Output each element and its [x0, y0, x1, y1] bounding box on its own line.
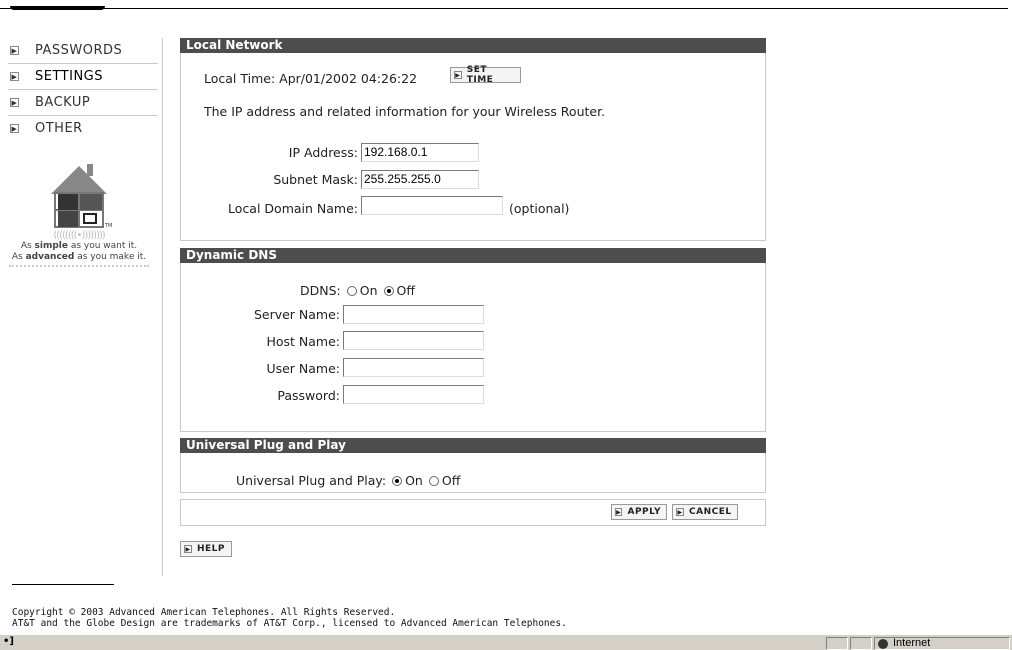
footer-rule [12, 584, 114, 585]
host-name-field[interactable] [343, 331, 484, 350]
ddns-label: DDNS: [300, 283, 341, 298]
ddns-radio-group: DDNS: On Off [300, 283, 415, 298]
ddns-on-label: On [359, 283, 378, 298]
upnp-off-label: Off [441, 473, 461, 488]
security-zone: Internet [874, 637, 1010, 650]
arrow-icon: ▶ [10, 98, 19, 107]
upnp-header: Universal Plug and Play [180, 438, 766, 453]
sidebar-item-backup[interactable]: ▶ BACKUP [8, 90, 158, 116]
copyright-text: Copyright © 2003 Advanced American Telep… [12, 607, 567, 629]
local-network-description: The IP address and related information f… [204, 104, 606, 119]
ddns-header: Dynamic DNS [180, 248, 766, 263]
ip-address-field[interactable]: 192.168.0.1 [361, 143, 479, 162]
status-cell [826, 637, 848, 650]
optional-hint: (optional) [509, 201, 570, 216]
user-name-field[interactable] [343, 358, 484, 377]
host-name-label: Host Name: [266, 334, 340, 349]
brand-logo: TM ((((((((•)))))))) As simple as you wa… [0, 160, 158, 267]
server-name-label: Server Name: [253, 307, 340, 322]
ip-address-label: IP Address: [288, 145, 358, 160]
upnp-radio-group: Universal Plug and Play: On Off [236, 473, 460, 488]
help-button[interactable]: ▶ HELP [180, 541, 232, 557]
local-network-header: Local Network [180, 38, 766, 53]
subnet-mask-label: Subnet Mask: [273, 172, 358, 187]
cancel-button[interactable]: ▶ CANCEL [672, 504, 738, 520]
sidebar-item-label: SETTINGS [35, 69, 104, 84]
svg-text:TM: TM [104, 223, 112, 228]
sidebar-nav: ▶ PASSWORDS ▶ SETTINGS ▶ BACKUP ▶ OTHER [8, 38, 158, 141]
ddns-off-radio[interactable] [383, 286, 394, 296]
arrow-icon: ▶ [615, 508, 623, 516]
tagline: As simple as you want it. [20, 241, 138, 251]
password-field[interactable] [343, 385, 484, 404]
user-name-label: User Name: [266, 361, 340, 376]
sidebar-item-label: OTHER [35, 121, 83, 136]
upnp-label: Universal Plug and Play: [236, 473, 387, 488]
status-cell [850, 637, 872, 650]
header-rule [0, 8, 1008, 9]
set-time-button[interactable]: ▶ SET TIME [450, 65, 521, 85]
sidebar-item-passwords[interactable]: ▶ PASSWORDS [8, 38, 158, 64]
ddns-off-label: Off [396, 283, 415, 298]
globe-icon [878, 639, 888, 649]
arrow-icon: ▶ [676, 508, 684, 516]
sidebar-item-other[interactable]: ▶ OTHER [8, 116, 158, 141]
page-status-icon: •] [3, 636, 14, 647]
upnp-on-label: On [405, 473, 423, 488]
arrow-icon: ▶ [10, 124, 19, 133]
arrow-icon: ▶ [10, 72, 19, 81]
sidebar-divider [162, 38, 163, 576]
subnet-mask-field[interactable]: 255.255.255.0 [361, 170, 479, 189]
house-icon: TM [51, 164, 112, 228]
local-domain-field[interactable] [361, 196, 503, 215]
password-label: Password: [277, 388, 340, 403]
signal-wave-icon: ((((((((•)))))))) [53, 230, 105, 241]
arrow-icon: ▶ [10, 46, 19, 55]
ddns-on-radio[interactable] [346, 286, 357, 296]
arrow-icon: ▶ [184, 545, 192, 553]
arrow-icon: ▶ [454, 71, 462, 79]
apply-button[interactable]: ▶ APPLY [611, 504, 667, 520]
dotted-divider [9, 265, 149, 267]
server-name-field[interactable] [343, 305, 484, 324]
sidebar-item-label: BACKUP [35, 95, 91, 110]
upnp-on-radio[interactable] [392, 476, 403, 486]
sidebar-item-settings[interactable]: ▶ SETTINGS [8, 64, 158, 90]
local-domain-label: Local Domain Name: [228, 201, 358, 216]
sidebar-item-label: PASSWORDS [35, 43, 123, 58]
local-time-text: Local Time: Apr/01/2002 04:26:22 [204, 71, 418, 86]
upnp-off-radio[interactable] [428, 476, 439, 486]
tagline: As advanced as you make it. [11, 252, 147, 262]
browser-status-bar: •] Internet [0, 634, 1012, 650]
